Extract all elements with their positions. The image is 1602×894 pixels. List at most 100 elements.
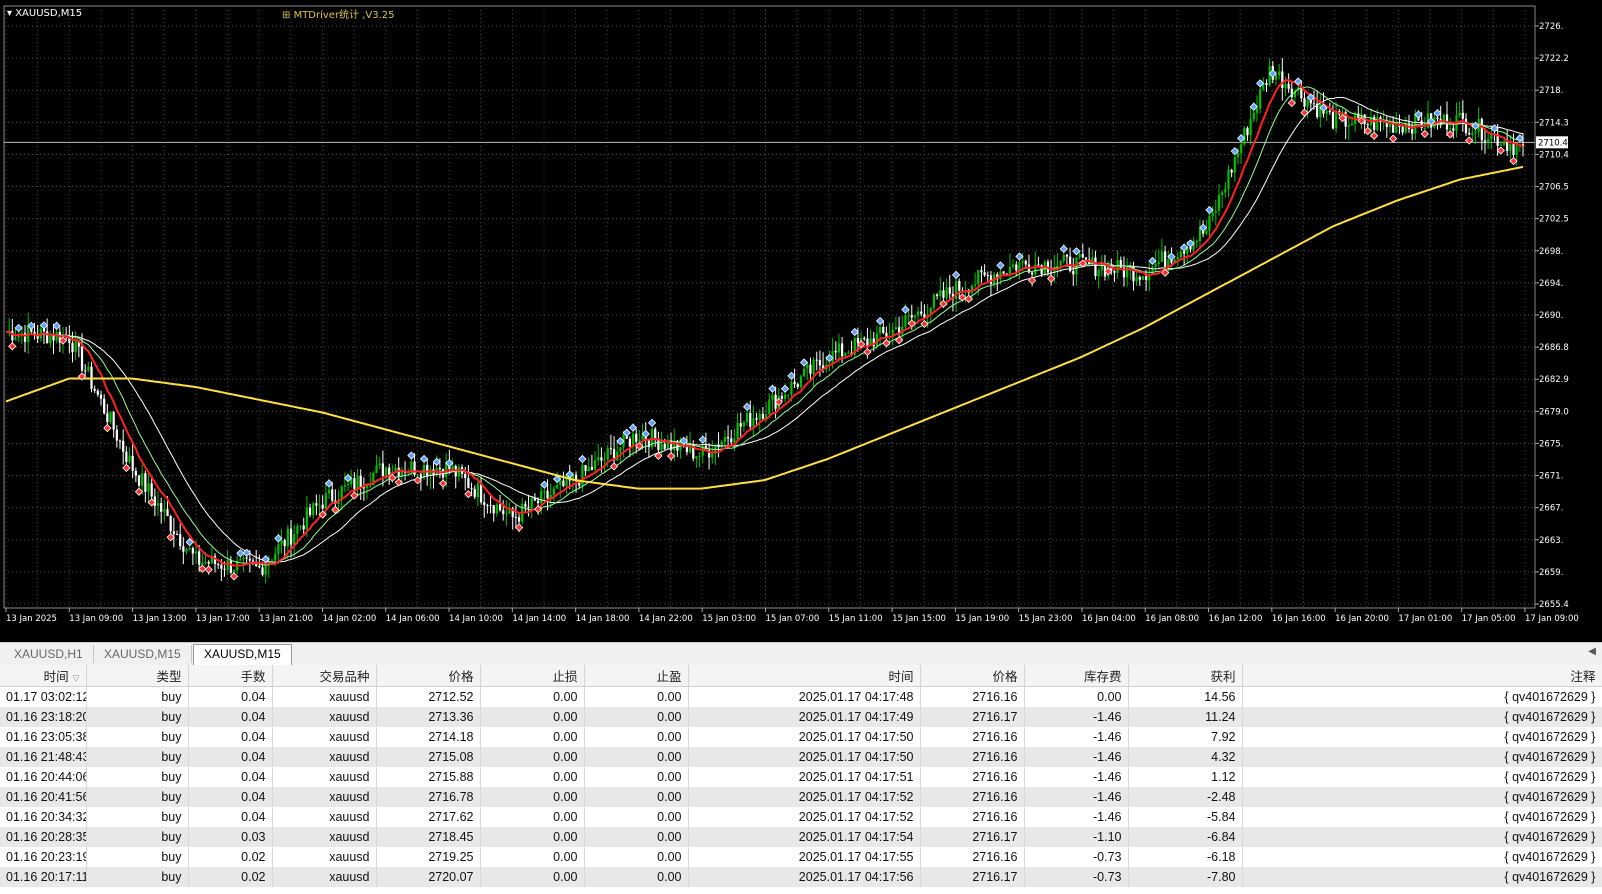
buy-marker xyxy=(628,423,638,432)
candle-body xyxy=(426,464,429,476)
ma-mid-line xyxy=(5,86,1524,566)
table-cell: 2716.78 xyxy=(376,787,481,807)
candle-body xyxy=(1015,264,1018,271)
col-type[interactable]: 类型 xyxy=(86,665,189,687)
candle-body xyxy=(144,473,147,492)
candle-body xyxy=(1468,133,1471,135)
table-cell: 2719.25 xyxy=(376,847,481,867)
col-open-price[interactable]: 价格 xyxy=(376,665,481,687)
candle-body xyxy=(1303,98,1306,107)
price-axis-label: 2690. xyxy=(1539,311,1563,321)
tab-xauusd-h1[interactable]: XAUUSD,H1 xyxy=(4,645,94,663)
sell-marker xyxy=(413,476,422,485)
candle-body xyxy=(296,526,299,535)
trade-history-table: 时间 ▽ 类型 手数 交易品种 价格 止损 止盈 时间 价格 库存费 获利 注释 … xyxy=(0,665,1602,887)
candle-body xyxy=(308,507,312,516)
candle-body xyxy=(752,418,755,427)
indicator-name: MTDriver统计 ,V3.25 xyxy=(293,10,395,21)
col-stop-loss[interactable]: 止损 xyxy=(480,665,585,687)
table-row[interactable]: 01.17 03:02:12 buy 0.04 xauusd 2712.52 0.00 0.… xyxy=(0,686,1602,707)
sell-marker xyxy=(122,463,131,472)
candle-body xyxy=(882,326,885,333)
time-axis-label: 16 Jan 12:00 xyxy=(1209,614,1263,624)
candle-body xyxy=(514,517,518,519)
buy-marker xyxy=(14,323,23,333)
candle-body xyxy=(122,440,125,452)
buy-marker xyxy=(787,371,796,380)
buy-marker xyxy=(419,454,429,464)
candle-body xyxy=(476,483,480,498)
candle-body xyxy=(141,473,144,486)
col-take-profit[interactable]: 止盈 xyxy=(584,665,689,687)
table-row[interactable]: 01.16 20:44:06 buy 0.04 xauusd 2715.88 0.00 0.… xyxy=(0,767,1602,787)
table-cell: { qv401672629 } xyxy=(1242,847,1602,867)
table-cell: 2025.01.17 04:17:50 xyxy=(688,727,921,747)
buy-marker xyxy=(407,451,416,460)
table-row[interactable]: 01.16 20:17:11 buy 0.02 xauusd 2720.07 0.00 0.… xyxy=(0,867,1602,887)
table-cell: { qv401672629 } xyxy=(1242,686,1602,707)
candle-body xyxy=(1230,169,1233,173)
table-cell: 2025.01.17 04:17:55 xyxy=(688,847,921,867)
col-comment[interactable]: 注释 xyxy=(1242,665,1602,687)
candle-body xyxy=(87,366,90,371)
candle-body xyxy=(125,451,128,462)
tab-scroll-left-icon[interactable]: ◀ xyxy=(1588,646,1596,657)
table-row[interactable]: 01.16 23:18:20 buy 0.04 xauusd 2713.36 0.00 0.… xyxy=(0,707,1602,727)
col-profit[interactable]: 获利 xyxy=(1128,665,1243,687)
table-row[interactable]: 01.16 20:23:19 buy 0.02 xauusd 2719.25 0.00 0.… xyxy=(0,847,1602,867)
candle-body xyxy=(93,388,96,391)
candle-body xyxy=(635,433,638,442)
table-cell: 1.12 xyxy=(1128,767,1243,787)
table-cell: 2718.45 xyxy=(376,827,481,847)
table-cell: 0.00 xyxy=(480,707,585,727)
table-cell: 2716.17 xyxy=(920,827,1025,847)
price-chart[interactable]: 2726. 2722.2 2718. 2714.3 2710.4 2706.5 2702.5… xyxy=(0,0,1602,642)
candle-body xyxy=(1515,145,1518,156)
table-row[interactable]: 01.16 23:05:38 buy 0.04 xauusd 2714.18 0.00 0.… xyxy=(0,727,1602,747)
table-cell: 0.04 xyxy=(188,807,273,827)
table-cell: 2720.07 xyxy=(376,867,481,887)
candle-body xyxy=(517,517,521,522)
candle-body xyxy=(248,558,251,561)
candle-body xyxy=(1347,125,1350,127)
candle-body xyxy=(1119,260,1122,268)
candle-body xyxy=(1179,251,1183,258)
candle-body xyxy=(115,429,118,441)
col-swap[interactable]: 库存费 xyxy=(1024,665,1129,687)
candle-body xyxy=(103,398,106,414)
sell-marker xyxy=(609,462,619,471)
col-volume[interactable]: 手数 xyxy=(188,665,273,687)
tab-xauusd-m15-1[interactable]: XAUUSD,M15 xyxy=(94,645,192,663)
candle-body xyxy=(289,528,293,545)
candle-body xyxy=(365,485,369,489)
candle-body xyxy=(1487,139,1490,142)
time-axis-label: 14 Jan 14:00 xyxy=(512,614,566,624)
table-cell: -6.84 xyxy=(1128,827,1243,847)
candle-body xyxy=(315,503,318,506)
col-open-time[interactable]: 时间 ▽ xyxy=(0,665,87,687)
candle-body xyxy=(331,489,334,501)
candle-body xyxy=(837,343,841,353)
col-close-price[interactable]: 价格 xyxy=(920,665,1025,687)
candle-body xyxy=(483,502,486,505)
candle-body xyxy=(1195,240,1198,242)
candle-body xyxy=(1227,169,1230,189)
col-close-time[interactable]: 时间 xyxy=(688,665,921,687)
candle-body xyxy=(546,490,549,499)
candle-body xyxy=(457,467,460,477)
table-row[interactable]: 01.16 21:48:43 buy 0.04 xauusd 2715.08 0.00 0.… xyxy=(0,747,1602,767)
col-symbol[interactable]: 交易品种 xyxy=(272,665,377,687)
candle-body xyxy=(74,340,77,353)
candle-body xyxy=(1062,254,1065,261)
price-axis-label: 2698. xyxy=(1539,247,1563,257)
candle-body xyxy=(736,423,739,440)
table-row[interactable]: 01.16 20:28:35 buy 0.03 xauusd 2718.45 0.00 0.… xyxy=(0,827,1602,847)
tab-xauusd-m15-2[interactable]: XAUUSD,M15 xyxy=(193,644,292,665)
chart-canvas[interactable]: 2726. 2722.2 2718. 2714.3 2710.4 2706.5 2702.5… xyxy=(0,0,1602,642)
table-row[interactable]: 01.16 20:41:56 buy 0.04 xauusd 2716.78 0.00 0.… xyxy=(0,787,1602,807)
candle-body xyxy=(1243,127,1246,145)
table-row[interactable]: 01.16 20:34:32 buy 0.04 xauusd 2717.62 0.00 0.… xyxy=(0,807,1602,827)
time-axis-label: 13 Jan 2025 xyxy=(6,614,57,624)
candle-body xyxy=(353,478,356,490)
candle-body xyxy=(1208,216,1211,231)
